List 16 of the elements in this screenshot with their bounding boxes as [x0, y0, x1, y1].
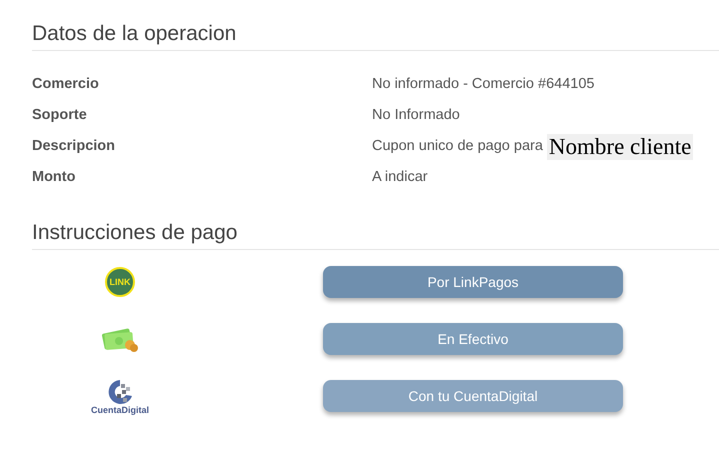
field-label: Descripcion: [32, 136, 116, 156]
payment-button[interactable]: Con tu CuentaDigital: [323, 380, 623, 412]
section-title: Datos de la operacion: [32, 21, 238, 47]
payment-button[interactable]: En Efectivo: [323, 323, 623, 355]
field-label: Comercio: [32, 74, 100, 94]
field-value: A indicar: [372, 168, 428, 187]
section-title: Instrucciones de pago: [32, 220, 238, 246]
name-overlay: Nombre cliente: [546, 134, 694, 160]
field-value: No informado - Comercio #644105: [372, 74, 594, 94]
link-logo: LINK: [105, 267, 135, 297]
cuentadigital-logo: CuentaDigital: [90, 378, 149, 414]
payment-button[interactable]: Por LinkPagos: [323, 266, 623, 298]
field-value: Cupon unico de pago para: [372, 136, 543, 156]
field-value: No Informado: [372, 106, 460, 125]
field-label: Monto: [32, 168, 76, 187]
field-label: Soporte: [32, 106, 88, 125]
